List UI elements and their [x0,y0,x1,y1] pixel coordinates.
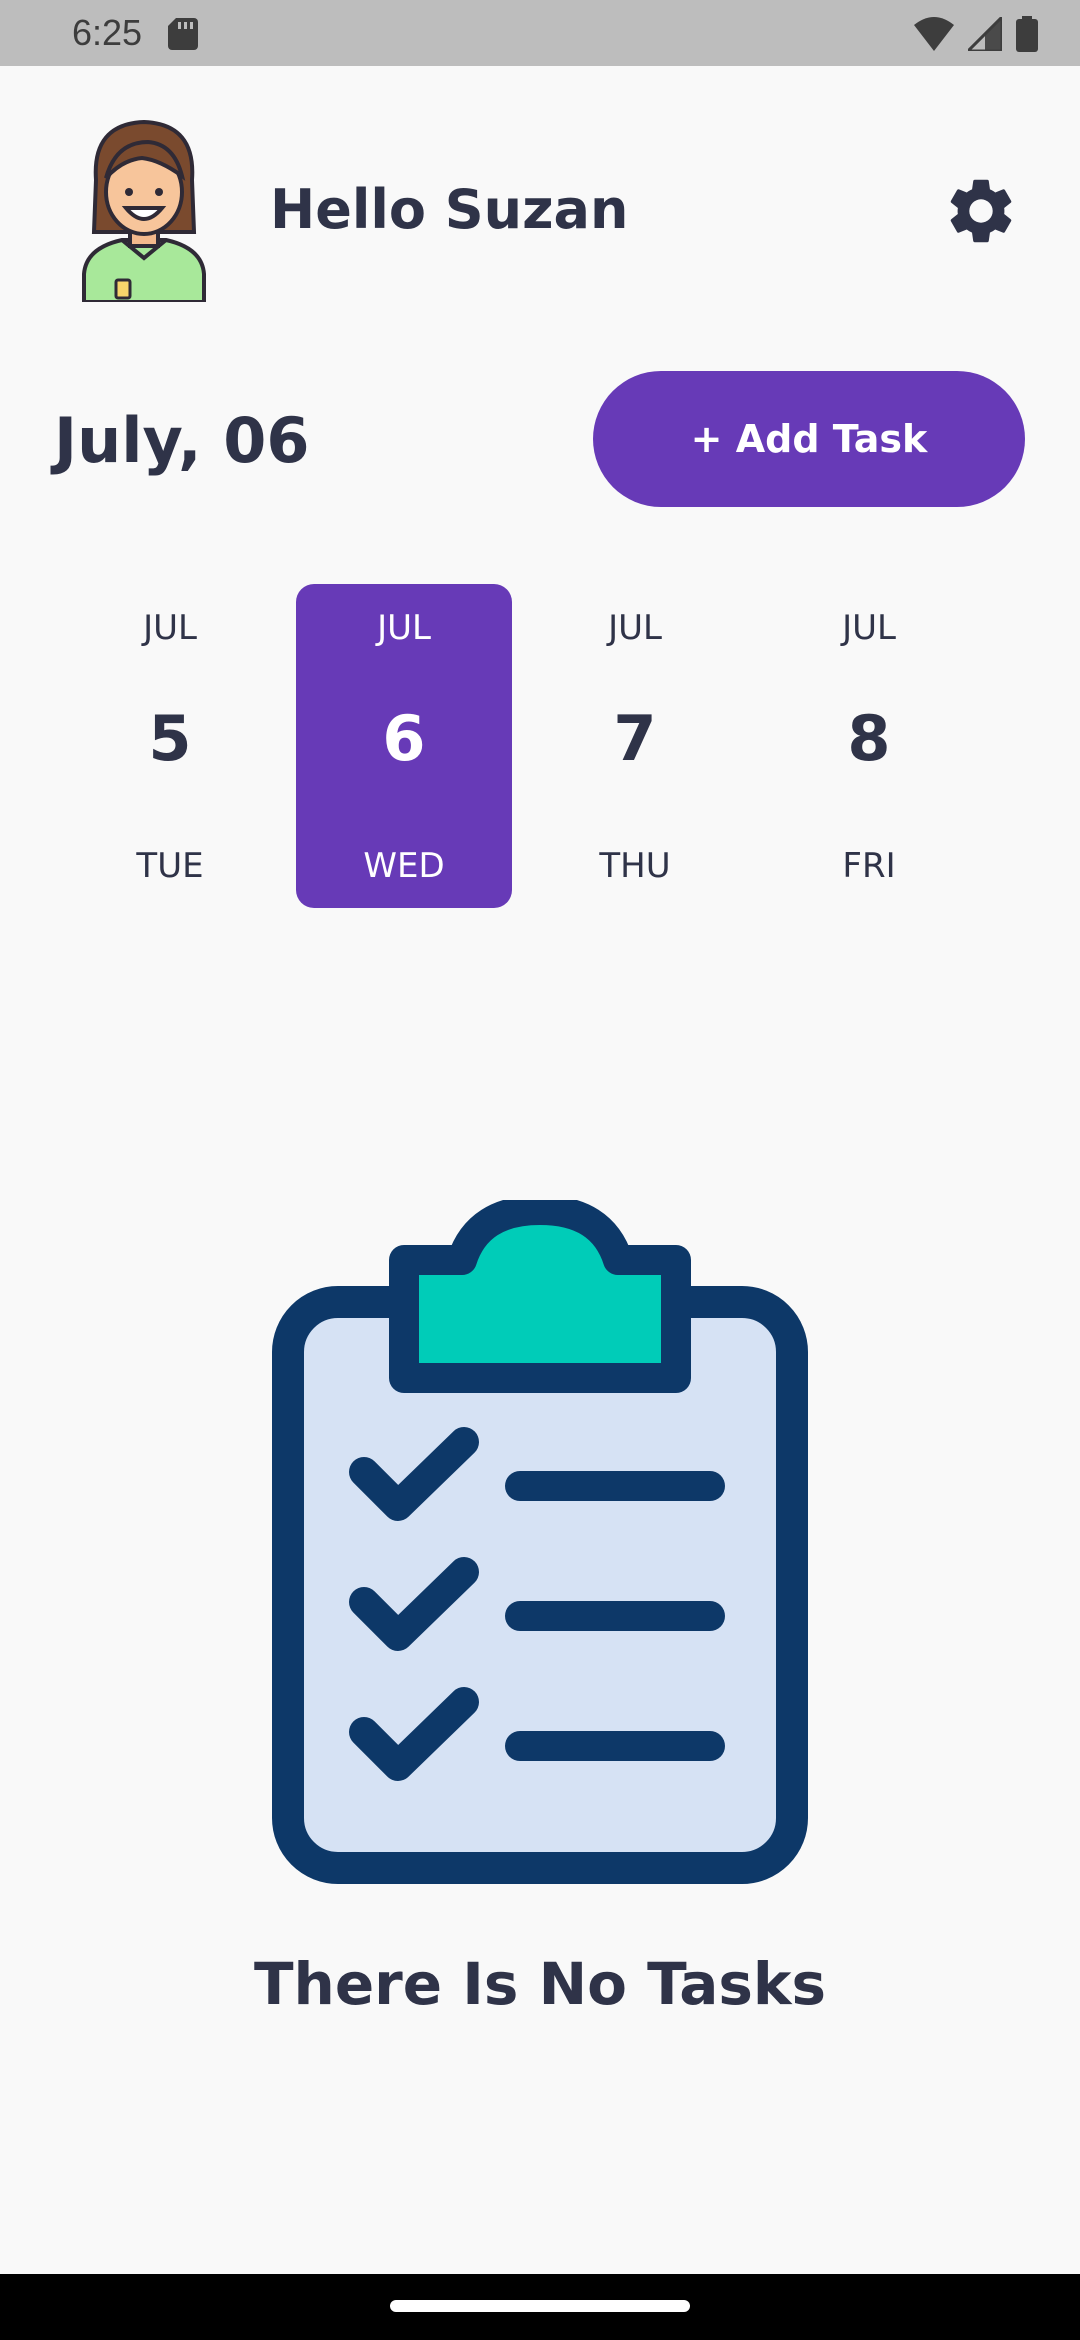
gear-icon[interactable] [942,172,1020,250]
day-month: JUL [608,608,662,648]
empty-state-message: There Is No Tasks [253,1950,827,2018]
calendar-day-7[interactable]: JUL 7 THU [527,584,743,908]
day-month: JUL [377,608,431,648]
day-weekday: FRI [842,846,896,886]
day-number: 7 [613,702,657,775]
home-indicator[interactable] [390,2300,690,2312]
status-bar: 6:25 [0,0,1080,66]
woman-avatar-icon[interactable] [82,120,206,302]
day-month: JUL [842,608,896,648]
add-task-button[interactable]: + Add Task [593,371,1025,507]
day-number: 8 [847,702,891,775]
calendar-day-5[interactable]: JUL 5 TUE [62,584,278,908]
system-nav-bar [0,2274,1080,2340]
day-weekday: TUE [136,846,204,886]
battery-icon [1016,16,1038,52]
status-time: 6:25 [72,12,143,53]
greeting-text: Hello Suzan [270,178,629,241]
current-date-title: July, 06 [54,404,310,477]
calendar-day-6-selected[interactable]: JUL 6 WED [296,584,512,908]
day-weekday: WED [363,846,445,886]
day-weekday: THU [599,846,671,886]
day-number: 5 [148,702,192,775]
day-month: JUL [143,608,197,648]
clipboard-checklist-icon [272,1200,808,1884]
wifi-icon [914,17,954,51]
calendar-day-8[interactable]: JUL 8 FRI [761,584,977,908]
sd-card-icon [168,18,198,50]
signal-icon [968,17,1002,51]
day-number: 6 [382,702,426,775]
